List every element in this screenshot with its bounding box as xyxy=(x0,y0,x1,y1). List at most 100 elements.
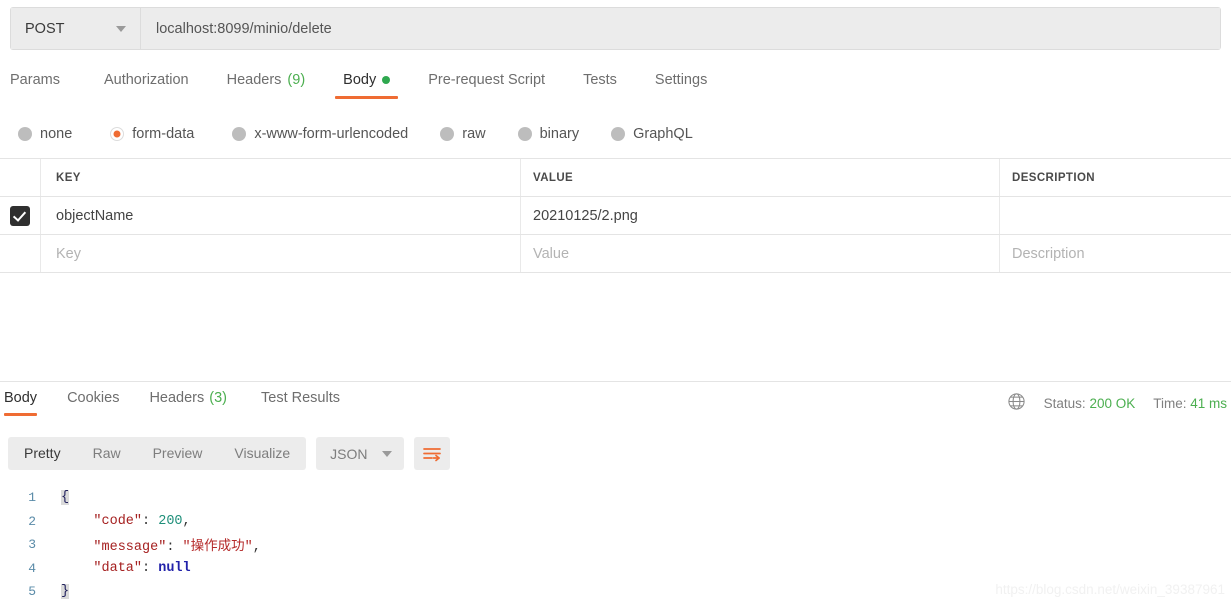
request-url-input[interactable]: localhost:8099/minio/delete xyxy=(141,8,1220,49)
http-method-dropdown[interactable]: POST xyxy=(11,8,141,49)
response-tab-cookies[interactable]: Cookies xyxy=(67,390,119,416)
request-tab-pre-request-script[interactable]: Pre-request Script xyxy=(428,72,545,99)
empty-row-value-cell[interactable]: Value xyxy=(521,235,1000,272)
response-view-raw[interactable]: Raw xyxy=(77,437,137,470)
row-value-cell[interactable]: 20210125/2.png xyxy=(521,197,1000,234)
body-type-radio-form-data[interactable]: form-data xyxy=(110,126,194,142)
code-token: , xyxy=(182,513,191,529)
request-tab-label: Params xyxy=(10,72,60,88)
code-token: } xyxy=(61,584,70,600)
response-view-pretty[interactable]: Pretty xyxy=(8,437,77,470)
response-view-visualize[interactable]: Visualize xyxy=(218,437,306,470)
code-token: 200 xyxy=(158,513,183,529)
body-type-label: none xyxy=(40,126,73,142)
code-token: null xyxy=(158,560,191,576)
request-tab-body[interactable]: Body xyxy=(335,72,399,99)
response-tab-test-results[interactable]: Test Results xyxy=(261,390,340,416)
form-data-table: KEY VALUE DESCRIPTION objectName 2021012… xyxy=(0,158,1231,273)
table-row[interactable]: objectName 20210125/2.png xyxy=(0,197,1231,235)
code-token: "data" xyxy=(93,560,143,576)
request-tab-settings[interactable]: Settings xyxy=(655,72,707,99)
chevron-down-icon xyxy=(116,25,126,32)
request-tab-tests[interactable]: Tests xyxy=(583,72,617,99)
response-view-toolbar: Pretty Raw Preview Visualize JSON xyxy=(8,437,450,470)
code-token: : xyxy=(142,513,159,529)
response-tab-label: Body xyxy=(4,390,38,406)
radio-icon xyxy=(517,127,532,141)
response-tab-headers[interactable]: Headers (3) xyxy=(149,390,227,416)
request-tab-bar: Params Authorization Headers (9) Body Pre-req… xyxy=(0,72,1231,105)
request-url-bar: POST localhost:8099/minio/delete xyxy=(10,7,1221,50)
request-tab-params[interactable]: Params xyxy=(10,72,60,99)
code-line-number: 2 xyxy=(28,513,36,529)
request-tab-label: Pre-request Script xyxy=(428,72,546,88)
row-key-cell[interactable]: objectName xyxy=(41,197,521,234)
empty-row-key-placeholder: Key xyxy=(56,245,81,262)
row-value-text: 20210125/2.png xyxy=(533,207,638,224)
http-method-label: POST xyxy=(25,20,65,37)
status-label: Status: xyxy=(1043,395,1086,411)
request-tab-label: Headers xyxy=(226,72,282,88)
empty-row-description-cell[interactable]: Description xyxy=(1000,235,1231,272)
radio-icon xyxy=(110,127,125,141)
code-token: "message" xyxy=(93,540,167,556)
empty-row-check-cell xyxy=(0,235,41,272)
code-line-number: 4 xyxy=(28,560,36,576)
code-token: "code" xyxy=(93,513,143,529)
request-tab-headers[interactable]: Headers (9) xyxy=(227,72,306,99)
response-tab-body[interactable]: Body xyxy=(4,390,38,416)
word-wrap-button[interactable] xyxy=(413,437,450,470)
code-line-content: "data": null xyxy=(46,560,191,576)
radio-icon xyxy=(232,127,247,141)
request-tab-authorization[interactable]: Authorization xyxy=(104,72,189,99)
time-label: Time: xyxy=(1153,395,1187,411)
row-description-cell[interactable] xyxy=(1000,197,1231,234)
code-token: , xyxy=(252,540,261,556)
globe-icon[interactable] xyxy=(1007,392,1026,414)
body-type-label: x-www-form-urlencoded xyxy=(254,126,409,142)
header-key-cell: KEY xyxy=(41,159,521,196)
response-meta: Status: 200 OK Time: 41 ms xyxy=(1007,392,1227,414)
code-line-number: 3 xyxy=(28,537,36,553)
body-type-radio-raw[interactable]: raw xyxy=(440,126,486,142)
response-view-preview[interactable]: Preview xyxy=(137,437,219,470)
column-header-description: DESCRIPTION xyxy=(1012,171,1095,184)
time-group: Time: 41 ms xyxy=(1153,396,1227,411)
request-tab-count: (9) xyxy=(287,72,306,88)
code-line-content: { xyxy=(46,490,70,506)
response-format-label: JSON xyxy=(330,445,368,462)
row-enabled-checkbox[interactable] xyxy=(10,205,30,226)
watermark: https://blog.csdn.net/weixin_39387961 xyxy=(995,582,1225,597)
empty-row-key-cell[interactable]: Key xyxy=(41,235,521,272)
body-type-radio-x-www-form-urlencoded[interactable]: x-www-form-urlencoded xyxy=(232,126,408,142)
body-type-label: raw xyxy=(462,126,486,142)
code-token: { xyxy=(61,490,70,506)
response-tab-label: Cookies xyxy=(67,390,120,406)
code-line-content: } xyxy=(46,584,70,600)
empty-row-description-placeholder: Description xyxy=(1012,245,1085,262)
code-token: : xyxy=(166,540,183,556)
response-tab-count: (3) xyxy=(209,390,227,406)
status-group: Status: 200 OK xyxy=(1044,396,1136,411)
header-value-cell: VALUE xyxy=(521,159,1000,196)
body-type-label: binary xyxy=(539,126,580,142)
response-format-dropdown[interactable]: JSON xyxy=(316,437,404,470)
body-type-radio-graphql[interactable]: GraphQL xyxy=(611,126,693,142)
row-key-text: objectName xyxy=(56,207,134,224)
table-header-row: KEY VALUE DESCRIPTION xyxy=(0,159,1231,197)
table-row-empty[interactable]: Key Value Description xyxy=(0,235,1231,273)
request-tab-label: Tests xyxy=(583,72,617,88)
body-type-radio-group: none form-data x-www-form-urlencoded raw bin… xyxy=(0,120,1231,148)
response-tab-label: Headers xyxy=(149,390,205,406)
request-tab-label: Authorization xyxy=(103,72,189,88)
code-line-content: "message": "操作成功", xyxy=(46,534,261,556)
radio-icon xyxy=(611,127,626,141)
pane-divider[interactable] xyxy=(0,381,1231,382)
code-token: : xyxy=(142,560,159,576)
body-type-radio-none[interactable]: none xyxy=(18,126,72,142)
empty-row-value-placeholder: Value xyxy=(533,245,570,262)
body-type-radio-binary[interactable]: binary xyxy=(517,126,580,142)
